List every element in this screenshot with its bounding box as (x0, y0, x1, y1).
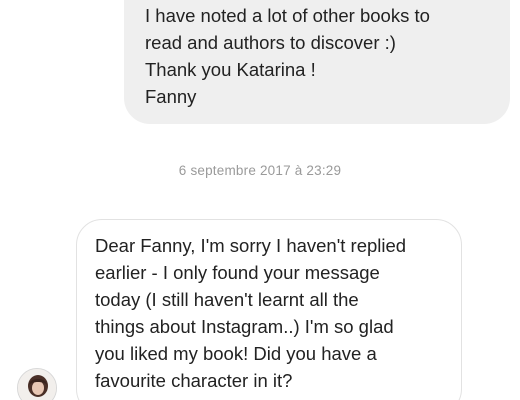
received-message-line: today (I still haven't learnt all the (95, 289, 359, 310)
profile-photo-icon (18, 369, 56, 400)
received-message-text: Dear Fanny, I'm sorry I haven't replied … (95, 232, 406, 394)
received-message-line: you liked my book! Did you have a (95, 343, 377, 364)
sent-message-line: read and authors to discover :) (145, 32, 396, 53)
received-message-line: Dear Fanny, I'm sorry I haven't replied (95, 235, 407, 256)
sender-avatar[interactable] (17, 368, 57, 400)
sent-message-line: Thank you Katarina ! (145, 59, 316, 80)
sent-message-bubble[interactable]: I have noted a lot of other books to rea… (124, 0, 510, 124)
received-message-line: favourite character in it? (95, 370, 293, 391)
sent-message-text: I have noted a lot of other books to rea… (145, 2, 430, 110)
message-timestamp: 6 septembre 2017 à 23:29 (178, 163, 342, 178)
chat-thread: I have noted a lot of other books to rea… (0, 0, 520, 400)
received-message-line: things about Instagram..) I'm so glad (95, 316, 394, 337)
sent-message-line: I have noted a lot of other books to (145, 5, 430, 26)
sent-message-line: Fanny (145, 86, 197, 107)
received-message-bubble[interactable]: Dear Fanny, I'm sorry I haven't replied … (76, 219, 462, 400)
received-message-line: earlier - I only found your message (95, 262, 380, 283)
